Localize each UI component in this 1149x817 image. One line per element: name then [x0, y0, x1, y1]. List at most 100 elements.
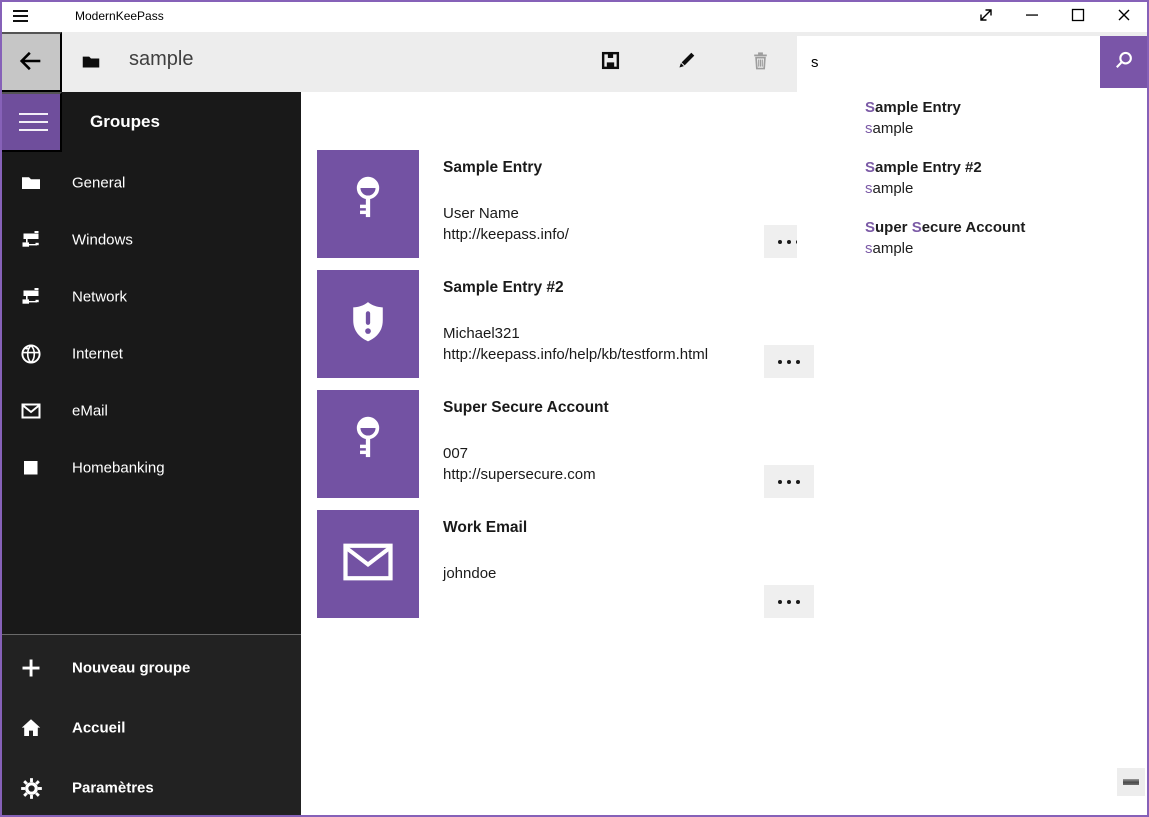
- entry-username: Michael321: [443, 323, 708, 344]
- ellipsis-icon: [778, 600, 782, 604]
- delete-button[interactable]: [738, 40, 782, 84]
- shield-warning-icon: [343, 294, 393, 355]
- sidebar-item-general[interactable]: General: [0, 154, 301, 211]
- sidebar-item-label: Paramètres: [72, 780, 154, 797]
- entry-title: Super Secure Account: [443, 399, 609, 417]
- sidebar-item-home[interactable]: Accueil: [0, 698, 301, 758]
- search-result-title: Sample Entry #2: [865, 158, 1135, 178]
- entry-tile: [317, 270, 419, 378]
- sidebar-item-network[interactable]: Network: [0, 268, 301, 325]
- fullscreen-icon: [976, 5, 996, 28]
- entry-url: http://keepass.info/help/kb/testform.htm…: [443, 344, 708, 365]
- search-result-super-secure-account[interactable]: Super Secure Account sample: [865, 218, 1135, 266]
- groups-header: Groupes: [90, 92, 160, 152]
- mail-icon: [343, 542, 393, 587]
- folder-icon: [18, 170, 44, 196]
- search-suggestions-panel: Sample Entry sample Sample Entry #2 samp…: [797, 88, 1147, 278]
- edit-button[interactable]: [664, 40, 708, 84]
- search-input[interactable]: [797, 36, 1100, 88]
- mail-icon: [18, 398, 44, 424]
- database-title: sample: [129, 48, 193, 71]
- search-result-title: Super Secure Account: [865, 218, 1135, 238]
- ellipsis-icon: [778, 480, 782, 484]
- sidebar-item-label: Network: [72, 288, 127, 305]
- entry-url: http://supersecure.com: [443, 464, 596, 485]
- back-arrow-icon: [17, 47, 45, 78]
- edit-pencil-icon: [676, 50, 697, 74]
- sidebar-item-label: Windows: [72, 231, 133, 248]
- pane-hamburger-button[interactable]: [0, 92, 62, 152]
- minimize-button[interactable]: [1009, 0, 1055, 32]
- square-icon: [18, 455, 44, 481]
- entry-username: User Name: [443, 203, 569, 224]
- entry-row-work-email[interactable]: Work Email johndoe: [317, 510, 817, 618]
- sidebar-item-windows[interactable]: Windows: [0, 211, 301, 268]
- fullscreen-button[interactable]: [963, 0, 1009, 32]
- ellipsis-icon: [778, 360, 782, 364]
- network-icon: [18, 284, 44, 310]
- search-result-group: sample: [865, 238, 1135, 259]
- entry-url: http://keepass.info/: [443, 224, 569, 245]
- sidebar-item-label: General: [72, 174, 125, 191]
- network-icon: [18, 227, 44, 253]
- entry-username: 007: [443, 443, 596, 464]
- sidebar: Groupes General Windows Network Internet…: [0, 92, 301, 815]
- key-icon: [346, 174, 390, 235]
- more-options-button[interactable]: [764, 465, 814, 498]
- save-button[interactable]: [588, 40, 632, 84]
- sidebar-item-homebanking[interactable]: Homebanking: [0, 439, 301, 496]
- app-window: ModernKeePass sample Groupes: [0, 0, 1149, 817]
- delete-trash-icon: [750, 50, 771, 74]
- database-folder-icon: [80, 51, 102, 73]
- close-button[interactable]: [1101, 0, 1147, 32]
- entry-details: 007 http://supersecure.com: [443, 443, 596, 485]
- search-button[interactable]: [1100, 36, 1147, 88]
- minimize-icon: [1022, 5, 1042, 28]
- entry-tile: [317, 510, 419, 618]
- window-title: ModernKeePass: [75, 0, 164, 32]
- maximize-icon: [1068, 5, 1088, 28]
- sidebar-item-email[interactable]: eMail: [0, 382, 301, 439]
- close-icon: [1114, 5, 1134, 28]
- search-result-sample-entry-2[interactable]: Sample Entry #2 sample: [865, 158, 1135, 206]
- search-icon: [1113, 50, 1134, 74]
- search-result-title: Sample Entry: [865, 98, 1135, 118]
- back-button[interactable]: [0, 32, 62, 92]
- key-icon: [346, 414, 390, 475]
- titlebar-hamburger-icon[interactable]: [10, 4, 38, 28]
- title-bar: ModernKeePass: [0, 0, 1149, 32]
- sidebar-item-label: Homebanking: [72, 459, 165, 476]
- sidebar-item-new-group[interactable]: Nouveau groupe: [0, 638, 301, 698]
- save-icon: [600, 50, 621, 74]
- entry-row-sample-entry[interactable]: Sample Entry User Name http://keepass.in…: [317, 150, 817, 258]
- search-result-group: sample: [865, 118, 1135, 139]
- globe-icon: [18, 341, 44, 367]
- entry-title: Work Email: [443, 519, 527, 537]
- sidebar-item-label: Nouveau groupe: [72, 660, 190, 677]
- maximize-button[interactable]: [1055, 0, 1101, 32]
- entry-row-super-secure-account[interactable]: Super Secure Account 007 http://supersec…: [317, 390, 817, 498]
- entry-details: johndoe: [443, 563, 496, 584]
- sidebar-footer: Nouveau groupe Accueil Paramètres: [0, 634, 301, 815]
- ellipsis-icon: [778, 240, 782, 244]
- sidebar-item-internet[interactable]: Internet: [0, 325, 301, 382]
- search-result-group: sample: [865, 178, 1135, 199]
- more-options-button[interactable]: [764, 585, 814, 618]
- entry-tile: [317, 150, 419, 258]
- plus-icon: [18, 655, 44, 681]
- minus-icon: [1123, 779, 1139, 785]
- more-options-button[interactable]: [764, 345, 814, 378]
- sidebar-item-settings[interactable]: Paramètres: [0, 758, 301, 817]
- entry-tile: [317, 390, 419, 498]
- sidebar-item-label: Accueil: [72, 720, 125, 737]
- entry-details: User Name http://keepass.info/: [443, 203, 569, 245]
- entry-username: johndoe: [443, 563, 496, 584]
- search-result-sample-entry[interactable]: Sample Entry sample: [865, 98, 1135, 146]
- zoom-out-button[interactable]: [1117, 768, 1145, 796]
- entry-details: Michael321 http://keepass.info/help/kb/t…: [443, 323, 708, 365]
- sidebar-item-label: eMail: [72, 402, 108, 419]
- entry-title: Sample Entry: [443, 159, 542, 177]
- gear-icon: [18, 775, 44, 801]
- entry-row-sample-entry-2[interactable]: Sample Entry #2 Michael321 http://keepas…: [317, 270, 817, 378]
- home-icon: [18, 715, 44, 741]
